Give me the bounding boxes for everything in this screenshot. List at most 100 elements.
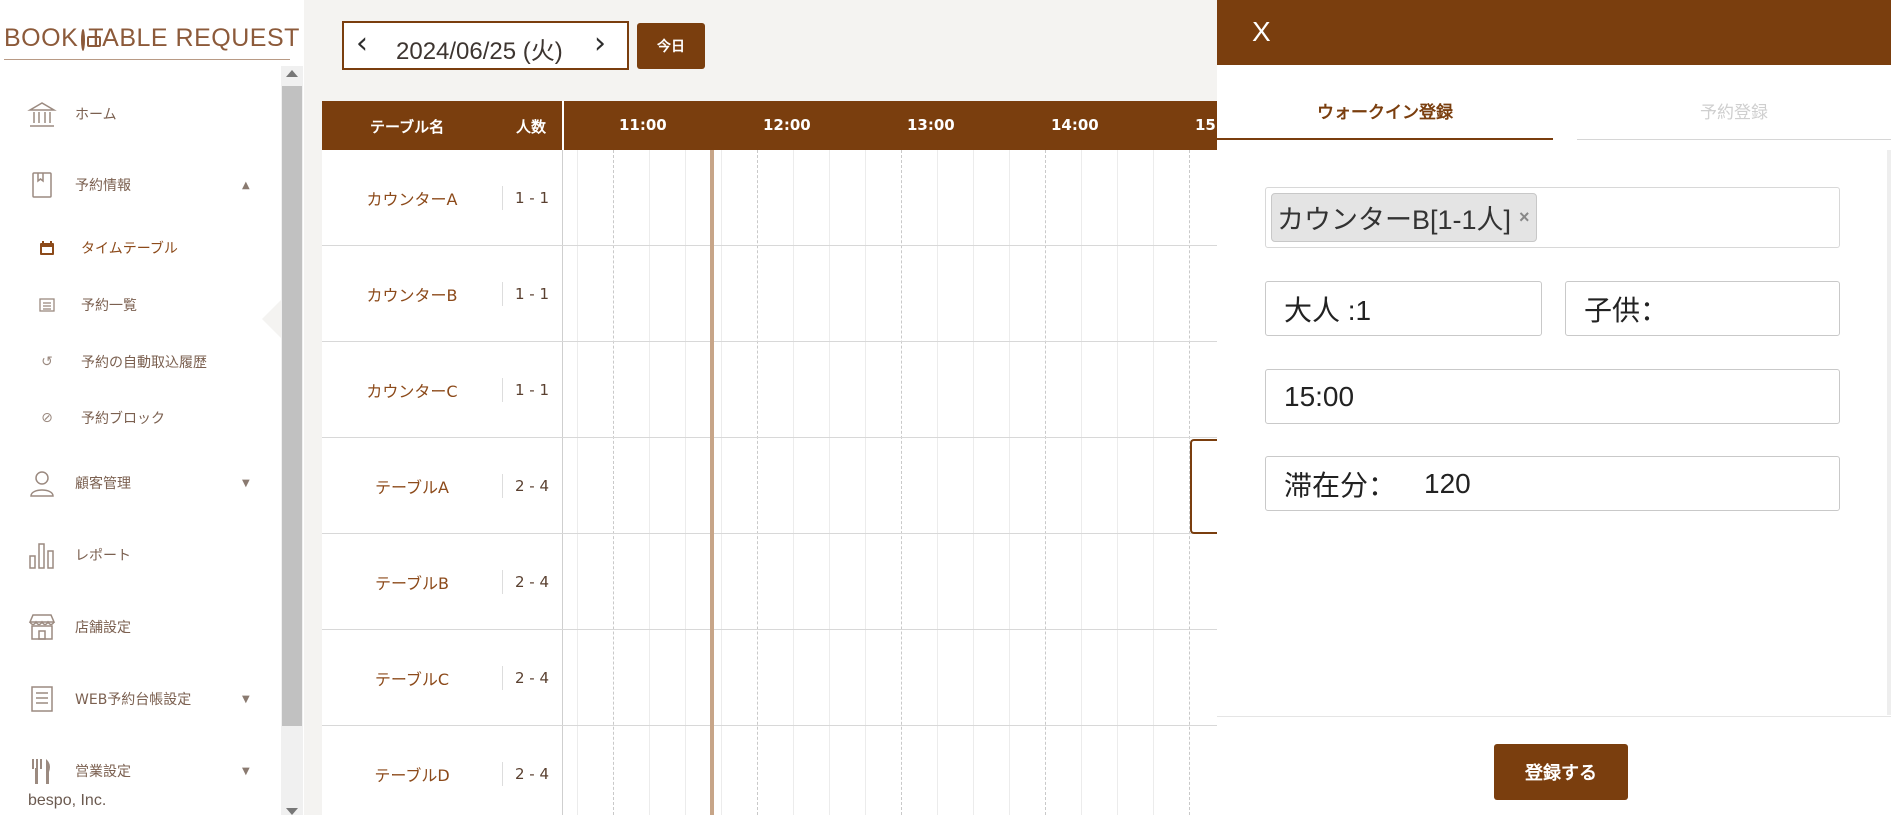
table-select-field[interactable]: カウンターB[1-1人] × (1265, 187, 1840, 248)
table-row[interactable]: テーブルC 2 - 4 (322, 630, 1217, 726)
sidebar-item-label: レポート (75, 548, 131, 564)
stay-label: 滞在分： (1284, 469, 1397, 501)
chevron-up-icon: ▲ (242, 179, 250, 191)
table-name: テーブルD (374, 766, 450, 785)
sidebar: BOOK TABLE REQUEST ホーム 予約情報 ▲ タイムテーブル 予約… (0, 0, 304, 815)
close-icon[interactable]: X (1252, 16, 1271, 48)
today-button[interactable]: 今日 (637, 23, 705, 69)
sidebar-item-web-ledger-settings[interactable]: WEB予約台帳設定 ▼ (0, 669, 270, 729)
store-icon (27, 612, 57, 642)
logo-text-right: TABLE REQUEST (88, 24, 300, 52)
hour-label: 15:00 (1195, 116, 1217, 134)
sidebar-item-label: WEB予約台帳設定 (75, 692, 192, 708)
scroll-up-arrow-icon[interactable] (286, 70, 298, 77)
block-icon: ⊘ (41, 410, 53, 426)
header-divider (562, 101, 564, 150)
table-name: テーブルC (374, 670, 450, 689)
table-row[interactable]: テーブルD 2 - 4 (322, 726, 1217, 815)
child-count-field[interactable]: 子供： (1565, 281, 1840, 336)
remove-chip-icon[interactable]: × (1519, 207, 1530, 228)
logo[interactable]: BOOK TABLE REQUEST (4, 18, 299, 60)
prev-day-chevron-icon[interactable]: ‹ (356, 29, 380, 61)
timetable: テーブル名 人数 11:00 12:00 13:00 14:00 15:00 カ… (322, 101, 1217, 815)
company-name: bespo, Inc. (28, 792, 107, 809)
sidebar-subitem-label: 予約ブロック (81, 411, 165, 427)
sidebar-nav: ホーム 予約情報 ▲ タイムテーブル 予約一覧 ↺ 予約の自動取込履歴 ⊘ 予約… (0, 64, 282, 815)
active-indicator (262, 299, 282, 339)
sidebar-subitem-reservation-list[interactable]: 予約一覧 (0, 285, 262, 325)
tab-reservation-register[interactable]: 予約登録 (1577, 90, 1891, 140)
current-time-line (710, 150, 714, 815)
hour-label: 11:00 (619, 116, 667, 134)
table-row[interactable]: カウンターC 1 - 1 (322, 342, 1217, 438)
sidebar-item-report[interactable]: レポート (0, 525, 270, 585)
chevron-down-icon: ▼ (242, 693, 250, 705)
ledger-icon (27, 684, 57, 714)
sidebar-item-label: 顧客管理 (75, 476, 131, 492)
table-capacity: 2 - 4 (502, 630, 562, 726)
table-name: テーブルB (374, 574, 450, 593)
table-row[interactable]: カウンターB 1 - 1 (322, 246, 1217, 342)
sidebar-item-home[interactable]: ホーム (0, 84, 270, 144)
date-selector: ‹ 2024/06/25 (火) › (342, 21, 629, 70)
table-capacity: 2 - 4 (502, 726, 562, 815)
sidebar-scrollbar[interactable] (281, 66, 303, 815)
adult-count-field[interactable]: 大人 :1 (1265, 281, 1542, 336)
next-day-chevron-icon[interactable]: › (594, 29, 618, 61)
table-capacity: 1 - 1 (502, 150, 562, 246)
panel-scrollbar[interactable] (1887, 150, 1891, 715)
sidebar-subitem-timetable[interactable]: タイムテーブル (0, 228, 262, 268)
table-name: カウンターB (366, 286, 458, 305)
sidebar-item-customer[interactable]: 顧客管理 ▼ (0, 453, 270, 513)
book-icon (27, 170, 57, 200)
chip-label: カウンターB[1-1人] (1277, 205, 1512, 235)
scroll-down-arrow-icon[interactable] (286, 808, 298, 815)
hour-label: 12:00 (763, 116, 811, 134)
table-name: テーブルA (375, 478, 449, 497)
current-date[interactable]: 2024/06/25 (火) (396, 31, 563, 66)
sidebar-item-label: ホーム (75, 107, 117, 123)
scrollbar-thumb[interactable] (282, 86, 302, 726)
chevron-down-icon: ▼ (242, 765, 250, 777)
sidebar-item-label: 店舗設定 (75, 620, 131, 636)
chevron-down-icon: ▼ (242, 477, 250, 489)
table-row[interactable]: テーブルB 2 - 4 (322, 534, 1217, 630)
hour-label: 13:00 (907, 116, 955, 134)
stay-value: 120 (1424, 467, 1471, 499)
time-field[interactable]: 15:00 (1265, 369, 1840, 424)
walkin-panel: X ウォークイン登録 予約登録 カウンターB[1-1人] × 大人 :1 子供：… (1217, 0, 1891, 815)
sidebar-subitem-reservation-block[interactable]: ⊘ 予約ブロック (0, 398, 262, 438)
table-capacity: 1 - 1 (502, 246, 562, 342)
sidebar-subitem-auto-import-history[interactable]: ↺ 予約の自動取込履歴 (0, 342, 262, 382)
bar-chart-icon (27, 540, 57, 570)
table-capacity: 2 - 4 (502, 438, 562, 534)
cutlery-icon (27, 756, 57, 786)
table-capacity: 1 - 1 (502, 342, 562, 438)
sidebar-item-reservation-info[interactable]: 予約情報 ▲ (0, 155, 270, 215)
sidebar-subitem-label: 予約一覧 (81, 298, 137, 314)
home-icon (27, 99, 57, 129)
timetable-body: カウンターA 1 - 1 カウンターB 1 - 1 カウンターC 1 - 1 テ… (322, 150, 1217, 815)
selected-table-chip: カウンターB[1-1人] × (1271, 193, 1537, 242)
sidebar-item-label: 営業設定 (75, 764, 131, 780)
hour-label: 14:00 (1051, 116, 1099, 134)
selected-slot[interactable] (1190, 439, 1217, 534)
table-name: カウンターA (366, 190, 458, 209)
stay-minutes-field[interactable]: 滞在分： 120 (1265, 456, 1840, 511)
table-logo-icon (81, 28, 102, 51)
table-name: カウンターC (366, 382, 458, 401)
table-row[interactable]: カウンターA 1 - 1 (322, 150, 1217, 246)
user-icon (27, 468, 57, 498)
tab-walkin-register[interactable]: ウォークイン登録 (1217, 90, 1553, 140)
panel-header: X (1217, 0, 1891, 65)
footer-divider (1217, 716, 1891, 717)
table-row[interactable]: テーブルA 2 - 4 (322, 438, 1217, 534)
history-icon: ↺ (41, 354, 53, 370)
sidebar-item-label: 予約情報 (75, 178, 131, 194)
table-capacity: 2 - 4 (502, 534, 562, 630)
sidebar-item-store-settings[interactable]: 店舗設定 (0, 597, 270, 657)
logo-text-left: BOOK (4, 24, 79, 52)
register-button[interactable]: 登録する (1494, 744, 1628, 800)
sidebar-subitem-label: タイムテーブル (81, 241, 178, 257)
column-header-people: 人数 (516, 118, 547, 136)
